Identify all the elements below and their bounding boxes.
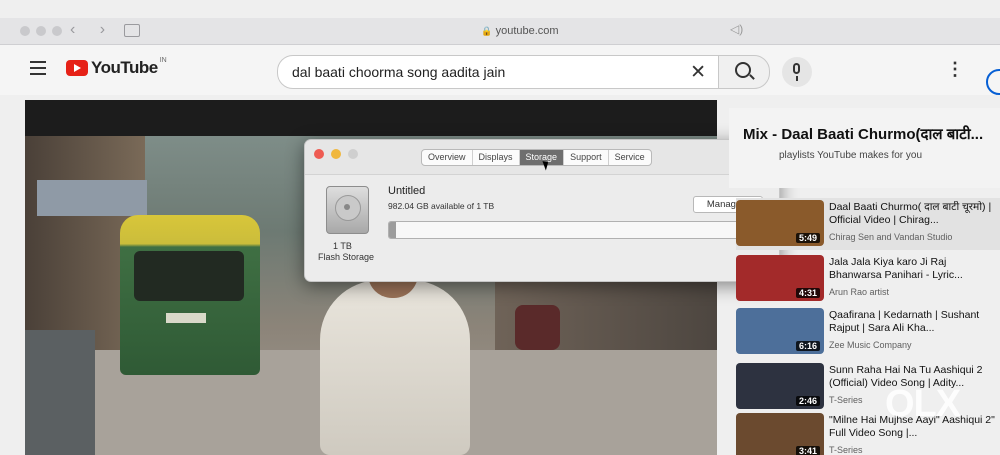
- video-thumbnail[interactable]: 6:16: [736, 308, 824, 354]
- video-title[interactable]: Daal Baati Churmo( दाल बाटी चूरमो) | Off…: [829, 201, 1000, 228]
- video-thumbnail[interactable]: 2:46: [736, 363, 824, 409]
- available-space: 982.04 GB available of 1 TB: [388, 201, 495, 211]
- auto-rickshaw: [120, 215, 260, 375]
- channel-name[interactable]: Zee Music Company: [829, 340, 912, 350]
- disk-kind: Flash Storage: [318, 252, 375, 262]
- minimize-window-button[interactable]: [331, 149, 341, 159]
- mix-subtitle: playlists YouTube makes for you: [779, 150, 923, 161]
- account-icon[interactable]: [986, 69, 1000, 95]
- minimize-window-button[interactable]: [36, 26, 46, 36]
- youtube-header: YouTube IN dal baati choorma song aadita…: [0, 45, 1000, 95]
- window-titlebar[interactable]: Overview Displays Storage Support Servic…: [305, 140, 779, 175]
- video-title[interactable]: Jala Jala Kiya karo Ji Raj Bhanwarsa Pan…: [829, 256, 1000, 283]
- recommendation-item[interactable]: 4:31 Jala Jala Kiya karo Ji Raj Bhanwarsa…: [736, 253, 1000, 305]
- screen: ‹ › 🔒 youtube.com ◁) YouTube IN dal baati…: [0, 0, 1000, 455]
- search-input[interactable]: dal baati choorma song aadita jain ✕: [277, 55, 719, 89]
- mix-playlist-panel[interactable]: Mix - Daal Baati Churmo(दाल बाटी... play…: [729, 108, 1000, 188]
- mix-title[interactable]: Mix - Daal Baati Churmo(दाल बाटी...: [743, 124, 983, 144]
- olx-watermark: OLX: [885, 383, 961, 425]
- close-window-button[interactable]: [20, 26, 30, 36]
- youtube-logo-text: YouTube: [91, 58, 158, 77]
- youtube-logo[interactable]: YouTube IN: [66, 56, 167, 78]
- more-options-icon[interactable]: ⋮: [946, 59, 964, 80]
- clear-search-icon[interactable]: ✕: [690, 61, 706, 84]
- singer-figure: [320, 236, 470, 455]
- microphone-icon: [793, 63, 800, 74]
- safari-toolbar: ‹ › 🔒 youtube.com ◁): [0, 18, 1000, 45]
- volume-name: Untitled: [388, 185, 426, 197]
- about-this-mac-window[interactable]: Overview Displays Storage Support Servic…: [304, 139, 780, 282]
- recommendation-item[interactable]: 5:49 Daal Baati Churmo( दाल बाटी चूरमो) |…: [736, 198, 1000, 250]
- channel-name[interactable]: T-Series: [829, 445, 863, 455]
- tab-displays[interactable]: Displays: [473, 150, 520, 165]
- sidebar-toggle-icon[interactable]: [124, 24, 140, 37]
- recommendation-item[interactable]: 2:46 Sunn Raha Hai Na Tu Aashiqui 2 (Offi…: [736, 361, 1000, 413]
- disk-size: 1 TB: [333, 241, 352, 251]
- storage-usage-bar: [388, 221, 763, 239]
- video-duration: 5:49: [795, 233, 820, 243]
- hard-disk-icon: [326, 186, 369, 234]
- youtube-play-icon: [66, 60, 88, 76]
- channel-name[interactable]: Arun Rao artist: [829, 287, 889, 297]
- search-button[interactable]: [718, 55, 770, 89]
- country-code: IN: [159, 56, 167, 64]
- video-duration: 3:41: [795, 446, 820, 455]
- address-text: youtube.com: [495, 25, 559, 37]
- back-forward-icon[interactable]: ‹ ›: [70, 21, 115, 39]
- zoom-window-button[interactable]: [52, 26, 62, 36]
- video-duration: 4:31: [795, 288, 820, 298]
- search-icon: [735, 62, 751, 78]
- video-title[interactable]: Qaafirana | Kedarnath | Sushant Rajput |…: [829, 309, 1000, 336]
- video-duration: 2:46: [795, 396, 820, 406]
- video-duration: 6:16: [795, 341, 820, 351]
- lock-icon: 🔒: [481, 26, 493, 36]
- recommendation-item[interactable]: 3:41 "Milne Hai Mujhse Aayi" Aashiqui 2" …: [736, 411, 1000, 455]
- speaker-icon[interactable]: ◁): [730, 22, 743, 36]
- tab-service[interactable]: Service: [609, 150, 651, 165]
- close-window-button[interactable]: [314, 149, 324, 159]
- video-thumbnail[interactable]: 5:49: [736, 200, 824, 246]
- voice-search-button[interactable]: [782, 57, 812, 87]
- channel-name[interactable]: T-Series: [829, 395, 863, 405]
- address-bar[interactable]: 🔒 youtube.com: [430, 22, 610, 40]
- tab-overview[interactable]: Overview: [422, 150, 473, 165]
- video-thumbnail[interactable]: 3:41: [736, 413, 824, 455]
- about-tabs: Overview Displays Storage Support Servic…: [421, 149, 652, 166]
- search-query: dal baati choorma song aadita jain: [292, 64, 506, 80]
- tab-support[interactable]: Support: [564, 150, 609, 165]
- storage-used-fill: [389, 222, 396, 238]
- zoom-window-button[interactable]: [348, 149, 358, 159]
- tab-storage[interactable]: Storage: [519, 150, 565, 165]
- hamburger-menu-icon[interactable]: [30, 61, 46, 75]
- channel-name[interactable]: Chirag Sen and Vandan Studio: [829, 232, 952, 242]
- recommendation-item[interactable]: 6:16 Qaafirana | Kedarnath | Sushant Rajp…: [736, 306, 1000, 358]
- video-thumbnail[interactable]: 4:31: [736, 255, 824, 301]
